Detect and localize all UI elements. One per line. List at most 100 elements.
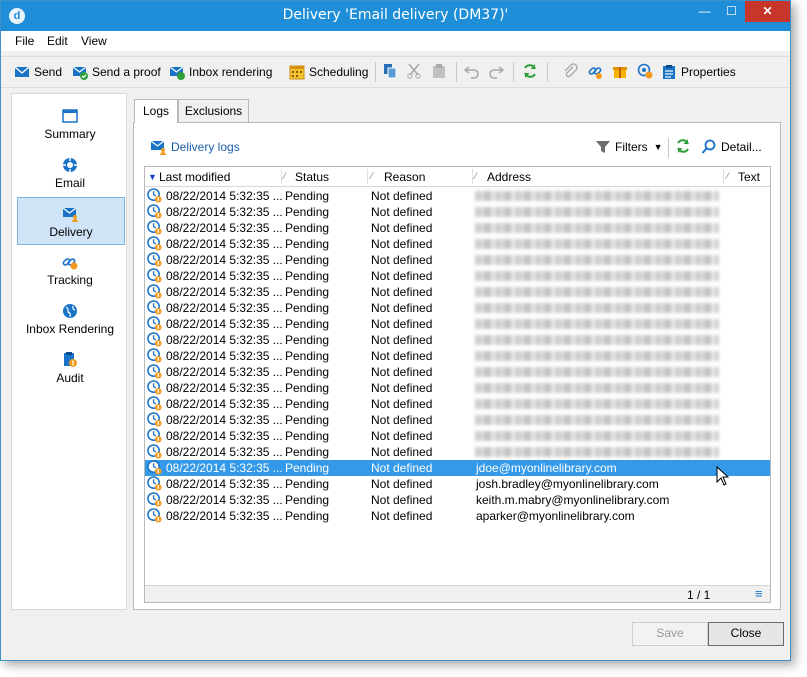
column-divider[interactable]: [367, 169, 368, 184]
column-last-modified[interactable]: Last modified: [159, 170, 230, 184]
title-bar[interactable]: d Delivery 'Email delivery (DM37)' — ☐ ✕: [1, 1, 790, 31]
column-address[interactable]: Address: [487, 170, 531, 184]
sidebar-item-tracking[interactable]: Tracking: [17, 246, 123, 292]
table-row[interactable]: 08/22/2014 5:32:35 ... Pending Not defined: [145, 444, 770, 460]
menu-view[interactable]: View: [81, 34, 107, 48]
minimize-button[interactable]: —: [691, 1, 718, 22]
table-row[interactable]: 08/22/2014 5:32:35 ... Pending Not defined: [145, 268, 770, 284]
table-row[interactable]: 08/22/2014 5:32:35 ... Pending Not defined…: [145, 476, 770, 492]
pending-status-icon: [147, 492, 162, 507]
table-row[interactable]: 08/22/2014 5:32:35 ... Pending Not defined…: [145, 460, 770, 476]
cell-reason: Not defined: [371, 349, 433, 363]
cell-status: Pending: [285, 429, 330, 443]
table-row[interactable]: 08/22/2014 5:32:35 ... Pending Not defined: [145, 300, 770, 316]
cell-last-modified: 08/22/2014 5:32:35 ...: [166, 285, 283, 299]
cell-last-modified: 08/22/2014 5:32:35 ...: [166, 205, 283, 219]
cell-reason: Not defined: [371, 237, 433, 251]
cell-last-modified: 08/22/2014 5:32:35 ...: [166, 365, 283, 379]
table-row[interactable]: 08/22/2014 5:32:35 ... Pending Not defined: [145, 220, 770, 236]
target-icon[interactable]: [637, 63, 653, 79]
detail-label: Detail...: [721, 140, 762, 154]
table-row[interactable]: 08/22/2014 5:32:35 ... Pending Not defined: [145, 396, 770, 412]
cut-icon[interactable]: [406, 63, 422, 79]
table-row[interactable]: 08/22/2014 5:32:35 ... Pending Not defined: [145, 380, 770, 396]
table-row[interactable]: 08/22/2014 5:32:35 ... Pending Not defined: [145, 284, 770, 300]
close-button[interactable]: Close: [708, 622, 784, 646]
cell-reason: Not defined: [371, 429, 433, 443]
refresh-icon[interactable]: [675, 138, 691, 154]
table-row[interactable]: 08/22/2014 5:32:35 ... Pending Not defined: [145, 412, 770, 428]
copy-icon[interactable]: [382, 63, 398, 79]
column-text[interactable]: Text: [738, 170, 760, 184]
blurred-address: [475, 223, 719, 233]
refresh-icon[interactable]: [522, 63, 538, 79]
table-row[interactable]: 08/22/2014 5:32:35 ... Pending Not defined: [145, 236, 770, 252]
logs-grid: ▼ Last modified ⁄ Status ⁄ Reason ⁄ Addr…: [144, 166, 771, 603]
table-row[interactable]: 08/22/2014 5:32:35 ... Pending Not defined: [145, 348, 770, 364]
properties-label: Properties: [681, 65, 736, 79]
send-button[interactable]: Send: [14, 63, 62, 81]
pending-status-icon: [147, 476, 162, 491]
blurred-address: [475, 239, 719, 249]
table-row[interactable]: 08/22/2014 5:32:35 ... Pending Not defined: [145, 316, 770, 332]
table-row[interactable]: 08/22/2014 5:32:35 ... Pending Not defined: [145, 332, 770, 348]
detail-button[interactable]: Detail...: [701, 138, 762, 156]
cell-last-modified: 08/22/2014 5:32:35 ...: [166, 189, 283, 203]
cell-reason: Not defined: [371, 221, 433, 235]
filters-button[interactable]: Filters ▼: [595, 138, 663, 156]
table-row[interactable]: 08/22/2014 5:32:35 ... Pending Not defined: [145, 252, 770, 268]
send-proof-label: Send a proof: [92, 65, 161, 79]
table-row[interactable]: 08/22/2014 5:32:35 ... Pending Not defined…: [145, 508, 770, 524]
column-divider[interactable]: [723, 169, 724, 184]
maximize-button[interactable]: ☐: [718, 1, 745, 22]
column-divider[interactable]: [281, 169, 282, 184]
logs-toolbar: Delivery logs Filters ▼ Detail...: [146, 132, 771, 162]
filters-label: Filters: [615, 140, 648, 154]
sidebar-item-audit[interactable]: Audit: [17, 344, 123, 390]
sidebar-item-label: Delivery: [49, 225, 93, 239]
blurred-address: [475, 191, 719, 201]
sidebar-item-email[interactable]: Email: [17, 149, 123, 195]
column-status[interactable]: Status: [295, 170, 329, 184]
cell-status: Pending: [285, 461, 330, 475]
cell-status: Pending: [285, 493, 330, 507]
table-row[interactable]: 08/22/2014 5:32:35 ... Pending Not defined: [145, 204, 770, 220]
properties-button[interactable]: Properties: [661, 63, 736, 81]
column-divider[interactable]: [472, 169, 473, 184]
cell-status: Pending: [285, 509, 330, 523]
table-row[interactable]: 08/22/2014 5:32:35 ... Pending Not defined: [145, 188, 770, 204]
redo-icon[interactable]: [488, 63, 504, 79]
table-row[interactable]: 08/22/2014 5:32:35 ... Pending Not defined: [145, 364, 770, 380]
pending-status-icon: [147, 364, 162, 379]
menu-file[interactable]: File: [15, 34, 34, 48]
column-reason[interactable]: Reason: [384, 170, 425, 184]
pending-status-icon: [147, 428, 162, 443]
cell-reason: Not defined: [371, 333, 433, 347]
save-button[interactable]: Save: [632, 622, 708, 646]
pending-status-icon: [147, 316, 162, 331]
cell-last-modified: 08/22/2014 5:32:35 ...: [166, 349, 283, 363]
close-window-button[interactable]: ✕: [745, 1, 790, 22]
menu-edit[interactable]: Edit: [47, 34, 68, 48]
envelope-icon: [14, 66, 30, 77]
scheduling-button[interactable]: Scheduling: [289, 63, 368, 81]
tab-logs[interactable]: Logs: [134, 99, 178, 123]
paste-icon[interactable]: [431, 63, 447, 79]
cell-status: Pending: [285, 285, 330, 299]
list-menu-icon[interactable]: ≡: [755, 586, 763, 601]
table-row[interactable]: 08/22/2014 5:32:35 ... Pending Not defined…: [145, 492, 770, 508]
cell-reason: Not defined: [371, 317, 433, 331]
link-icon[interactable]: [587, 63, 603, 79]
tab-exclusions[interactable]: Exclusions: [178, 99, 249, 122]
sidebar-item-summary[interactable]: Summary: [17, 100, 123, 146]
offer-icon[interactable]: [612, 63, 628, 79]
table-row[interactable]: 08/22/2014 5:32:35 ... Pending Not defined: [145, 428, 770, 444]
cell-last-modified: 08/22/2014 5:32:35 ...: [166, 301, 283, 315]
sidebar-item-delivery[interactable]: Delivery: [17, 197, 125, 245]
sidebar-item-inbox-rendering[interactable]: Inbox Rendering: [17, 295, 123, 341]
undo-icon[interactable]: [464, 63, 480, 79]
send-proof-button[interactable]: Send a proof: [72, 63, 161, 81]
attachment-icon[interactable]: [562, 63, 578, 79]
pending-status-icon: [147, 460, 162, 475]
inbox-rendering-button[interactable]: Inbox rendering: [169, 63, 272, 81]
